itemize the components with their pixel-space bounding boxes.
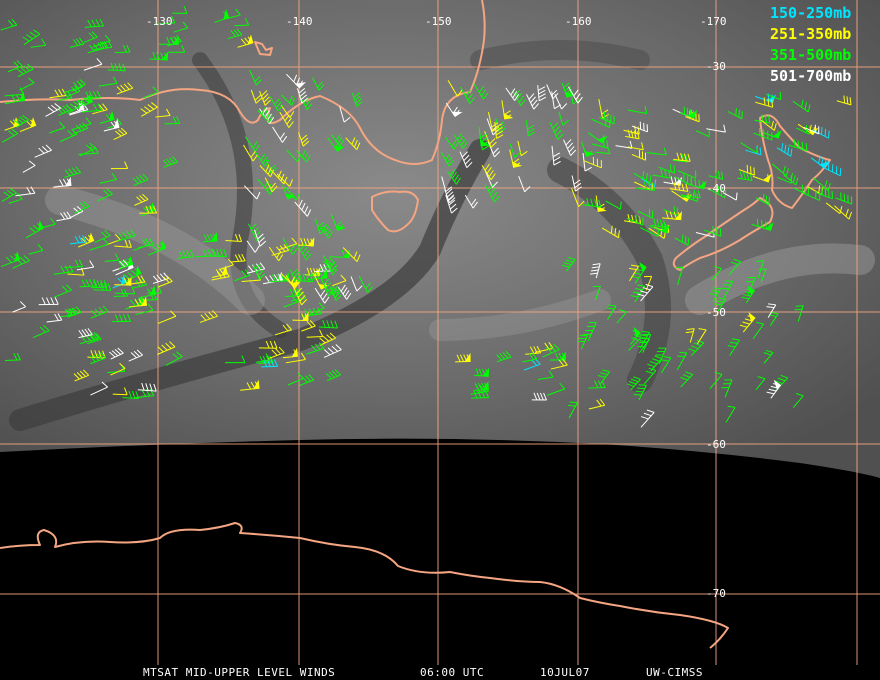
footer-source: UW-CIMSS [646,666,703,679]
lat-label-40: -40 [706,182,726,195]
lon-label-150: -150 [425,15,452,28]
map-canvas: -130 -140 -150 -160 -170 -30 -40 -50 -60… [0,0,880,679]
legend-501-700: 501-700mb [770,67,851,85]
lat-label-30: -30 [706,60,726,73]
legend-351-500: 351-500mb [770,46,851,64]
lat-label-70: -70 [706,587,726,600]
lon-label-170: -170 [700,15,727,28]
lon-label-140: -140 [286,15,313,28]
legend-150-250: 150-250mb [770,4,851,22]
lon-label-130: -130 [146,15,173,28]
footer-date: 10JUL07 [540,666,590,679]
satellite-wind-map: -130 -140 -150 -160 -170 -30 -40 -50 -60… [0,0,880,680]
lat-label-60: -60 [706,438,726,451]
legend-251-350: 251-350mb [770,25,851,43]
lat-label-50: -50 [706,306,726,319]
lon-label-160: -160 [565,15,592,28]
antarctica-coast [0,522,729,649]
footer-caption: MTSAT MID-UPPER LEVEL WINDS 06:00 UTC 10… [143,666,703,679]
footer-time: 06:00 UTC [420,666,484,679]
footer-product: MTSAT MID-UPPER LEVEL WINDS [143,666,335,679]
